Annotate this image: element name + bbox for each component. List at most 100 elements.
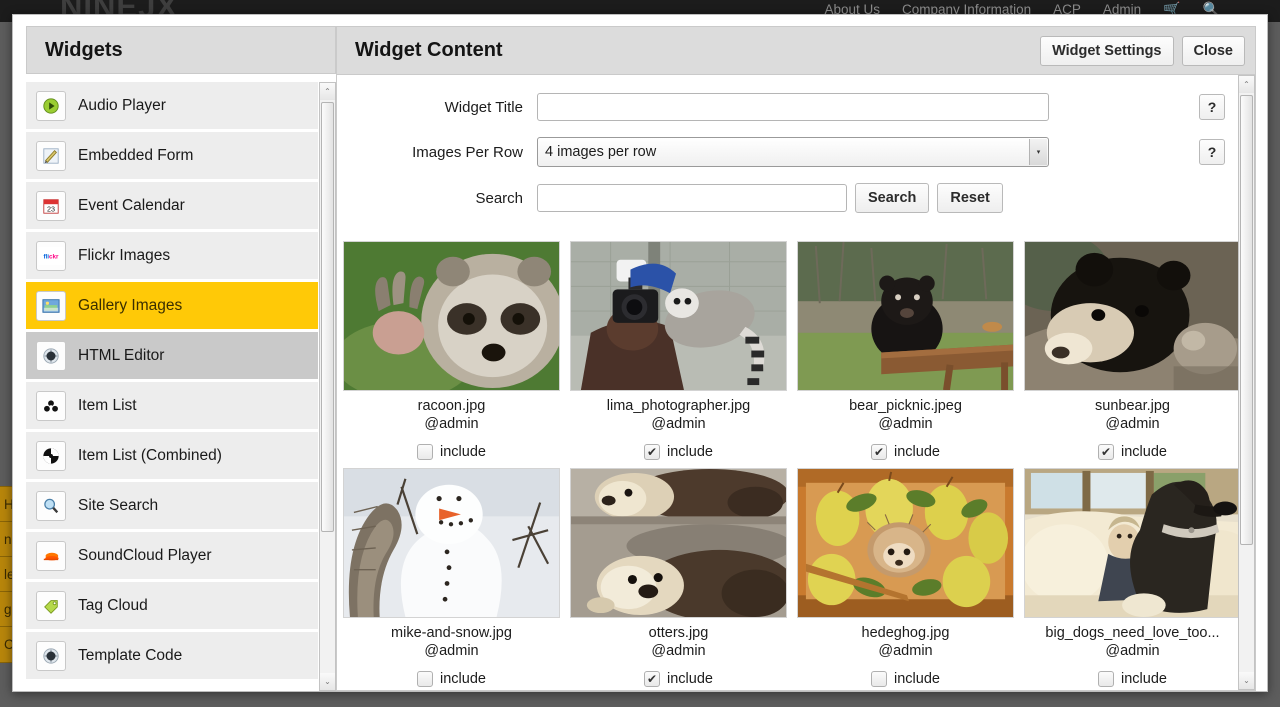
image-filename: lima_photographer.jpg	[606, 398, 751, 414]
gallery-item: lima_photographer.jpg @admin ✔ include	[570, 241, 787, 460]
item-list-icon	[36, 390, 66, 421]
chevron-down-icon[interactable]: ▾	[1029, 139, 1047, 165]
sidebar-scrollbar[interactable]: ⌃ ⌄	[319, 82, 336, 691]
widgets-list: Audio Player Embedded Form 23 Event Cale…	[26, 82, 318, 691]
gallery-icon	[36, 290, 66, 321]
flickr-icon: flickr	[36, 240, 66, 271]
images-per-row-value: 4 images per row	[545, 144, 657, 160]
sidebar-item-tag-cloud[interactable]: Tag Cloud	[26, 582, 318, 632]
reset-button[interactable]: Reset	[937, 183, 1003, 213]
gallery-item: hedeghog.jpg @admin ✔ include	[797, 468, 1014, 687]
close-button[interactable]: Close	[1181, 35, 1245, 66]
include-control: ✔ include	[570, 671, 787, 687]
otters-water-photo[interactable]	[570, 468, 787, 618]
sidebar-item-site-search[interactable]: Site Search	[26, 482, 318, 532]
squirrel-snowman-photo[interactable]	[343, 468, 560, 618]
gallery-item: sunbear.jpg @admin ✔ include	[1024, 241, 1241, 460]
include-checkbox[interactable]: ✔	[417, 444, 434, 460]
svg-text:flickr: flickr	[43, 253, 59, 260]
include-label: include	[667, 444, 713, 460]
sidebar-item-item-list-combined[interactable]: Item List (Combined)	[26, 432, 318, 482]
sidebar-item-embedded-form[interactable]: Embedded Form	[26, 132, 318, 182]
include-checkbox[interactable]: ✔	[417, 671, 434, 687]
image-owner: @admin	[1105, 643, 1160, 659]
gallery-row: racoon.jpg @admin ✔ include	[343, 241, 1241, 460]
image-filename: hedeghog.jpg	[861, 625, 950, 641]
sidebar-item-label: Event Calendar	[78, 196, 185, 214]
sidebar-item-html-editor[interactable]: HTML Editor	[26, 332, 318, 382]
gallery-item: big_dogs_need_love_too... @admin ✔ inclu…	[1024, 468, 1241, 687]
widgets-panel-title: Widgets	[26, 26, 336, 74]
lemur-photographer-photo[interactable]	[570, 241, 787, 391]
template-code-icon	[36, 640, 66, 671]
include-control: ✔ include	[1024, 444, 1241, 460]
widget-settings-button[interactable]: Widget Settings	[1040, 35, 1174, 66]
include-checkbox[interactable]: ✔	[1098, 671, 1115, 687]
image-owner: @admin	[424, 416, 479, 432]
include-checkbox[interactable]: ✔	[871, 444, 888, 460]
search-button[interactable]: Search	[855, 183, 930, 213]
sidebar-item-label: Flickr Images	[78, 246, 171, 264]
content-scrollbar[interactable]: ⌃ ⌄	[1238, 75, 1255, 690]
sidebar-item-event-calendar[interactable]: 23 Event Calendar	[26, 182, 318, 232]
scroll-down-icon[interactable]: ⌄	[320, 673, 335, 690]
include-label: include	[440, 444, 486, 460]
include-control: ✔ include	[797, 671, 1014, 687]
scroll-up-icon[interactable]: ⌃	[320, 83, 335, 100]
gallery-item: mike-and-snow.jpg @admin ✔ include	[343, 468, 560, 687]
page-title: Widget Content	[355, 39, 503, 61]
bear-picnic-table-photo[interactable]	[797, 241, 1014, 391]
images-per-row-row: Images Per Row 4 images per row ▾ ?	[337, 137, 1237, 167]
image-owner: @admin	[878, 643, 933, 659]
image-filename: sunbear.jpg	[1095, 398, 1170, 414]
dog-sofa-photo[interactable]	[1024, 468, 1241, 618]
include-label: include	[1121, 671, 1167, 687]
widget-content-header: Widget Content Widget Settings Close	[337, 27, 1255, 75]
scroll-up-icon[interactable]: ⌃	[1239, 76, 1254, 93]
item-list-combined-icon	[36, 440, 66, 471]
sidebar-item-flickr-images[interactable]: flickr Flickr Images	[26, 232, 318, 282]
hedgehog-pears-photo[interactable]	[797, 468, 1014, 618]
raccoon-photo[interactable]	[343, 241, 560, 391]
sidebar-item-label: Template Code	[78, 646, 183, 664]
widget-title-input[interactable]	[537, 93, 1049, 121]
content-scroll-thumb[interactable]	[1240, 95, 1253, 545]
image-owner: @admin	[651, 416, 706, 432]
include-checkbox[interactable]: ✔	[1098, 444, 1115, 460]
sidebar-scroll-track[interactable]	[320, 100, 335, 673]
include-checkbox[interactable]: ✔	[871, 671, 888, 687]
include-control: ✔ include	[343, 444, 560, 460]
scroll-down-icon[interactable]: ⌄	[1239, 672, 1254, 689]
widget-content-scroll-area: Widget Title ? Images Per Row 4 images p…	[337, 75, 1255, 690]
sidebar-item-audio-player[interactable]: Audio Player	[26, 82, 318, 132]
include-label: include	[894, 444, 940, 460]
include-checkbox[interactable]: ✔	[644, 671, 661, 687]
image-owner: @admin	[878, 416, 933, 432]
widget-manager-modal: Widgets Audio Player Embedded Form 23 Ev…	[12, 14, 1268, 692]
sidebar-item-gallery-images[interactable]: Gallery Images	[26, 282, 318, 332]
sidebar-scroll-thumb[interactable]	[321, 102, 334, 532]
search-input[interactable]	[537, 184, 847, 212]
widget-title-label: Widget Title	[444, 98, 523, 116]
image-filename: otters.jpg	[648, 625, 709, 641]
widgets-list-container: Audio Player Embedded Form 23 Event Cale…	[26, 82, 336, 691]
sidebar-item-soundcloud-player[interactable]: SoundCloud Player	[26, 532, 318, 582]
include-checkbox[interactable]: ✔	[644, 444, 661, 460]
sun-bear-photo[interactable]	[1024, 241, 1241, 391]
content-scroll-track[interactable]	[1239, 93, 1254, 672]
image-gallery: racoon.jpg @admin ✔ include	[337, 229, 1241, 687]
search-row: Search Search Reset	[337, 183, 1237, 213]
sidebar-item-label: Site Search	[78, 496, 159, 514]
image-filename: bear_picknic.jpeg	[849, 398, 962, 414]
sidebar-item-item-list[interactable]: Item List	[26, 382, 318, 432]
gallery-item: otters.jpg @admin ✔ include	[570, 468, 787, 687]
sidebar-item-template-code[interactable]: Template Code	[26, 632, 318, 682]
include-label: include	[894, 671, 940, 687]
svg-text:23: 23	[47, 204, 55, 213]
widget-content-panel: Widget Content Widget Settings Close Wid…	[336, 15, 1267, 691]
include-control: ✔ include	[343, 671, 560, 687]
image-filename: big_dogs_need_love_too...	[1045, 625, 1220, 641]
images-per-row-help-button[interactable]: ?	[1199, 139, 1225, 165]
images-per-row-select[interactable]: 4 images per row ▾	[537, 137, 1049, 167]
widget-title-help-button[interactable]: ?	[1199, 94, 1225, 120]
